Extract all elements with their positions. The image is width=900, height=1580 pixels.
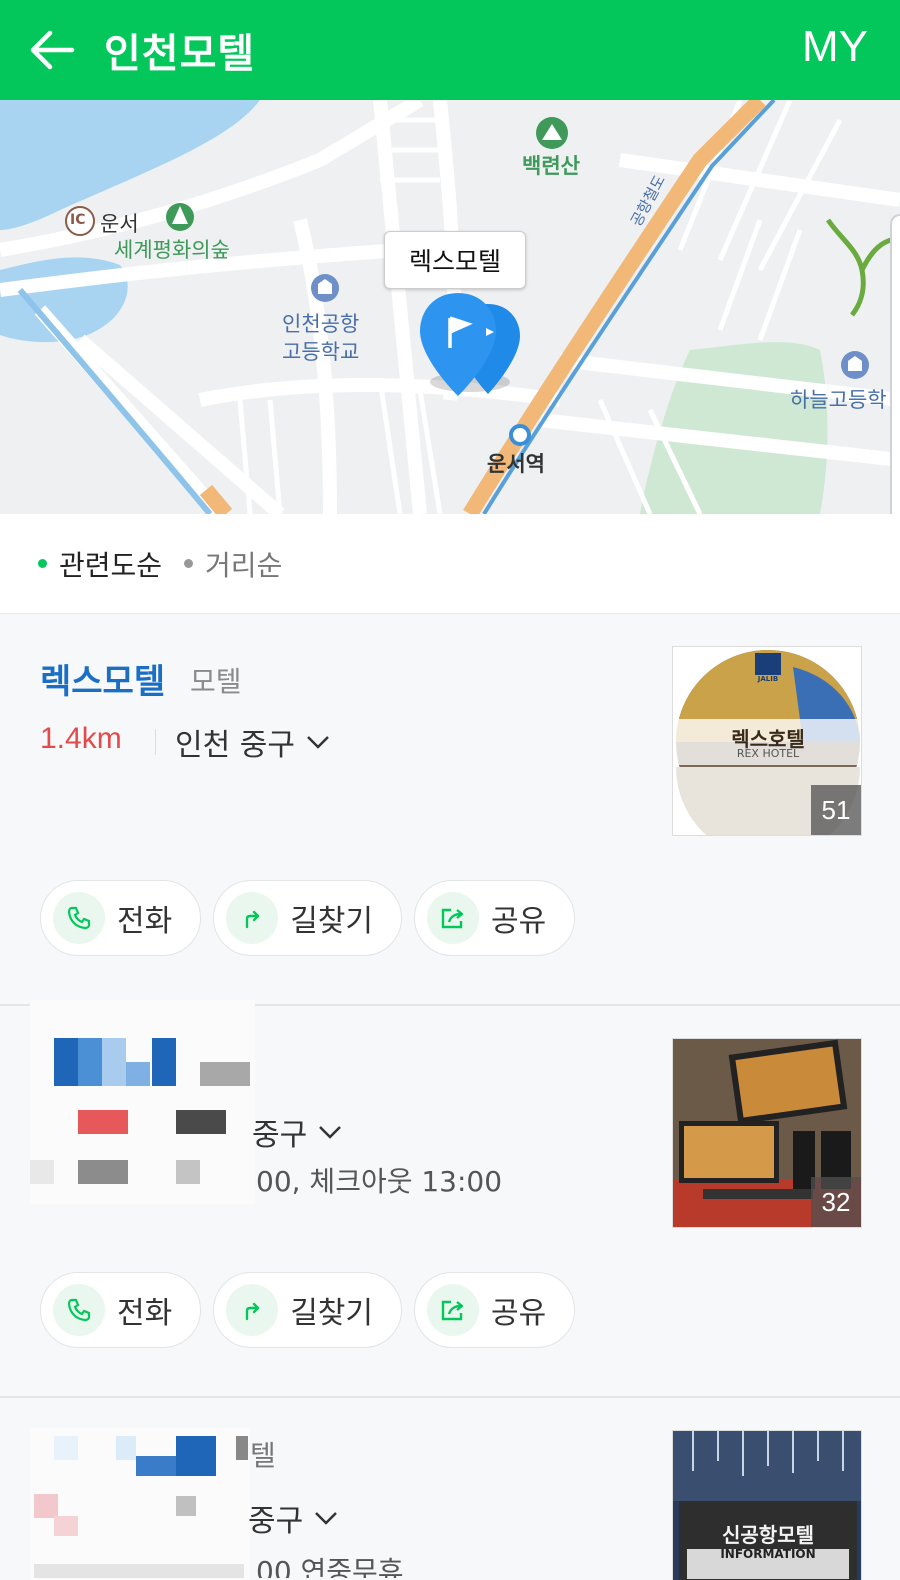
result-card[interactable]: 렉스모텔 모텔 1.4km 인천 중구 렉스호텔 REX HOTEL JALIB… xyxy=(0,614,900,1006)
chevron-down-icon xyxy=(307,736,329,749)
my-button[interactable]: MY xyxy=(802,22,868,72)
redaction-pixel xyxy=(78,1110,128,1134)
result-card[interactable]: 텔 중구 00 연중무휴 신공항모텔 INFORMATION xyxy=(0,1398,900,1580)
redaction-pixel xyxy=(126,1062,150,1086)
result-thumbnail[interactable]: 렉스호텔 REX HOTEL JALIB 51 xyxy=(672,646,862,836)
call-button[interactable]: 전화 xyxy=(40,1272,202,1348)
redaction-pixel xyxy=(34,1564,244,1578)
redaction-pixel xyxy=(136,1456,176,1476)
redaction-pixel xyxy=(176,1160,200,1184)
back-arrow-icon xyxy=(30,30,75,70)
redaction-pixel xyxy=(78,1038,102,1086)
map-view[interactable]: 백련산 IC 운서 세계평화의숲 인천공항 고등학교 공항철도 운서역 하늘고등… xyxy=(0,100,900,514)
sort-relevance[interactable]: 관련도순 xyxy=(38,544,162,584)
redaction-pixel xyxy=(102,1038,126,1086)
map-label-forest: 세계평화의숲 xyxy=(114,238,230,262)
divider xyxy=(155,729,156,755)
map-label-school1-line2: 고등학교 xyxy=(282,340,360,364)
sort-inactive-dot xyxy=(184,559,194,568)
directions-icon xyxy=(226,1284,279,1336)
redaction-pixel xyxy=(78,1160,128,1184)
map-label-station: 운서역 xyxy=(487,452,545,476)
result-distance: 1.4km xyxy=(40,722,122,755)
redaction-overlay xyxy=(30,1000,255,1204)
redaction-pixel xyxy=(236,1436,248,1460)
result-area-label: 인천 중구 xyxy=(175,728,295,763)
sort-active-dot xyxy=(38,559,47,568)
redaction-pixel xyxy=(116,1436,136,1460)
thumbnail-sign-sub: INFORMATION xyxy=(720,1547,816,1561)
map-label-mountain: 백련산 xyxy=(522,154,580,178)
action-buttons: 전화 길찾기 공유 xyxy=(40,1272,576,1348)
call-button[interactable]: 전화 xyxy=(40,880,202,956)
map-label-school2: 하늘고등학 xyxy=(790,388,887,412)
thumbnail-logo: JALIB xyxy=(757,675,779,683)
phone-icon xyxy=(53,892,105,944)
redaction-pixel xyxy=(30,1160,54,1184)
result-card[interactable]: 중구 00, 체크아웃 13:00 32 전화 길찾기 공유 xyxy=(0,1000,900,1398)
directions-icon xyxy=(226,892,279,944)
share-button[interactable]: 공유 xyxy=(414,1272,576,1348)
redaction-pixel xyxy=(176,1110,226,1134)
result-area[interactable]: 인천 중구 xyxy=(175,720,331,764)
photo-count-badge: 51 xyxy=(811,785,861,835)
call-label: 전화 xyxy=(117,1296,173,1331)
result-hours: 00, 체크아웃 13:00 xyxy=(256,1165,503,1198)
result-area-label: 중구 xyxy=(248,1504,304,1539)
result-area-label: 중구 xyxy=(252,1118,308,1153)
action-buttons: 전화 길찾기 공유 xyxy=(40,880,576,956)
share-label: 공유 xyxy=(491,1296,547,1331)
phone-icon xyxy=(53,1284,105,1336)
page-title: 인천모텔 xyxy=(104,31,256,77)
sort-distance[interactable]: 거리순 xyxy=(184,544,282,584)
map-canvas xyxy=(0,100,900,514)
sort-distance-label: 거리순 xyxy=(205,548,283,582)
directions-button[interactable]: 길찾기 xyxy=(213,1272,403,1348)
sort-bar: 관련도순 거리순 xyxy=(0,514,900,614)
thumbnail-sign: 신공항모텔 xyxy=(722,1523,814,1547)
redaction-pixel xyxy=(54,1516,78,1536)
directions-button[interactable]: 길찾기 xyxy=(213,880,403,956)
result-area[interactable]: 중구 xyxy=(252,1110,343,1154)
redaction-pixel xyxy=(176,1496,196,1516)
app-header: 인천모텔 MY xyxy=(0,0,900,100)
call-label: 전화 xyxy=(117,904,173,939)
result-category: 모텔 xyxy=(190,665,242,698)
share-icon xyxy=(427,892,480,944)
redaction-pixel xyxy=(54,1436,78,1460)
redaction-pixel xyxy=(34,1494,58,1518)
chevron-down-icon xyxy=(319,1126,342,1139)
map-label-school1: 인천공항 xyxy=(282,312,360,336)
result-name[interactable]: 렉스모텔 xyxy=(40,654,165,703)
sort-relevance-label: 관련도순 xyxy=(59,548,163,582)
redaction-pixel xyxy=(152,1038,176,1086)
result-thumbnail[interactable]: 32 xyxy=(672,1038,862,1228)
map-label-ic-badge: IC xyxy=(70,212,86,228)
redaction-pixel xyxy=(176,1436,216,1476)
share-button[interactable]: 공유 xyxy=(414,880,576,956)
chevron-down-icon xyxy=(315,1512,338,1525)
back-button[interactable] xyxy=(0,0,104,100)
share-icon xyxy=(427,1284,480,1336)
result-area[interactable]: 중구 xyxy=(248,1496,339,1540)
directions-label: 길찾기 xyxy=(290,904,374,939)
redaction-pixel xyxy=(200,1062,250,1086)
result-category: 텔 xyxy=(250,1439,276,1472)
map-marker-label[interactable]: 렉스모텔 xyxy=(384,231,526,289)
directions-label: 길찾기 xyxy=(290,1296,374,1331)
thumbnail-sign-sub: REX HOTEL xyxy=(736,747,800,760)
redaction-pixel xyxy=(54,1038,78,1086)
result-thumbnail[interactable]: 신공항모텔 INFORMATION xyxy=(672,1430,862,1580)
photo-count-badge: 32 xyxy=(811,1177,861,1227)
share-label: 공유 xyxy=(491,904,547,939)
result-hours: 00 연중무휴 xyxy=(256,1555,404,1578)
